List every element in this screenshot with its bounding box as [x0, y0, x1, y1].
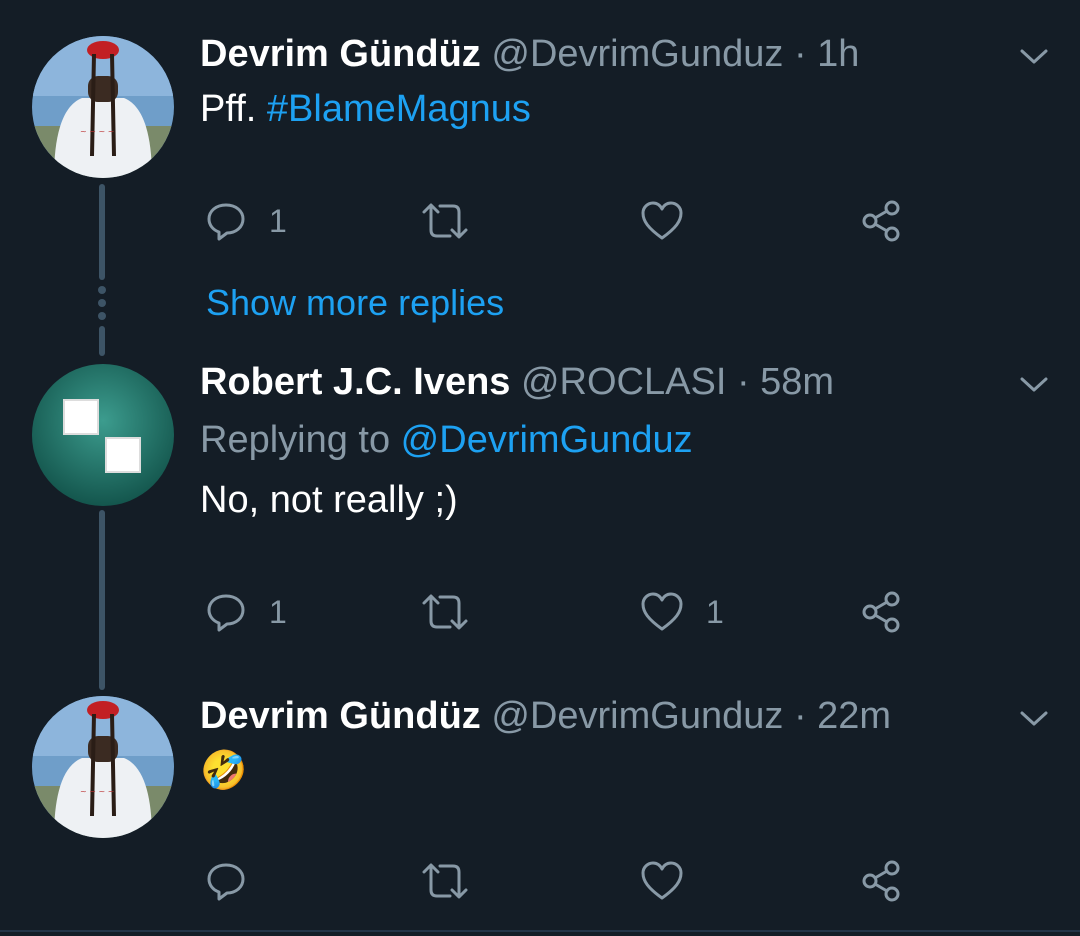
tweet-actions: 1 [0, 196, 1080, 246]
tweet-time[interactable]: · 22m [794, 695, 891, 737]
replying-label: Replying to [200, 419, 401, 461]
tweet-header: Robert J.C. Ivens @ROCLASI · 58m [200, 360, 834, 404]
like-icon [641, 861, 683, 900]
thread-dot [98, 286, 106, 294]
chevron-down-icon[interactable] [1016, 706, 1052, 730]
reply-icon [207, 863, 245, 901]
author-name[interactable]: Devrim Gündüz [200, 33, 481, 75]
like-button[interactable]: 1 [640, 587, 724, 637]
retweet-button[interactable] [420, 587, 470, 637]
chevron-down-icon[interactable] [1016, 372, 1052, 396]
thread-dot [98, 312, 106, 320]
chevron-down-icon[interactable] [1016, 44, 1052, 68]
reply-button[interactable]: 1 [205, 196, 287, 246]
author-handle[interactable]: @ROCLASI [521, 361, 726, 403]
tweet[interactable]: ~ ~ ~ ~ Devrim Gündüz @DevrimGunduz · 22… [0, 680, 1080, 930]
like-icon [641, 592, 683, 631]
tweet-text: Pff. #BlameMagnus [200, 87, 531, 131]
tweet-text-prefix: Pff. [200, 88, 267, 130]
emoji-rofl: 🤣 [200, 748, 248, 792]
retweet-button[interactable] [420, 196, 470, 246]
avatar[interactable] [32, 364, 174, 506]
tweet-header: Devrim Gündüz @DevrimGunduz · 22m [200, 694, 891, 738]
author-name[interactable]: Devrim Gündüz [200, 695, 481, 737]
svg-text:~ ~ ~ ~: ~ ~ ~ ~ [80, 127, 114, 136]
like-button[interactable] [640, 196, 706, 246]
author-name[interactable]: Robert J.C. Ivens [200, 361, 510, 403]
share-icon [862, 860, 900, 902]
share-button[interactable] [860, 196, 902, 246]
hashtag-link[interactable]: #BlameMagnus [267, 88, 531, 130]
retweet-icon [422, 863, 468, 899]
tweet-time[interactable]: · 58m [737, 361, 834, 403]
share-button[interactable] [860, 856, 902, 906]
share-icon [862, 591, 900, 633]
tweet-actions [0, 856, 1080, 906]
tweet[interactable]: Robert J.C. Ivens @ROCLASI · 58m Replyin… [0, 340, 1080, 670]
retweet-icon [422, 594, 468, 630]
like-count: 1 [706, 593, 724, 630]
divider [0, 930, 1080, 932]
replying-to: Replying to @DevrimGunduz [200, 418, 693, 462]
tweet[interactable]: ~ ~ ~ ~ Devrim Gündüz @DevrimGunduz · 1h… [0, 0, 1080, 280]
tweet-header: Devrim Gündüz @DevrimGunduz · 1h [200, 32, 859, 76]
reply-button[interactable]: 1 [205, 587, 287, 637]
avatar[interactable]: ~ ~ ~ ~ [32, 696, 174, 838]
share-button[interactable] [860, 587, 902, 637]
share-icon [862, 200, 900, 242]
reply-count: 1 [269, 593, 287, 630]
tweet-actions: 1 1 [0, 587, 1080, 637]
reply-button[interactable] [205, 856, 269, 906]
replying-handle-link[interactable]: @DevrimGunduz [401, 419, 693, 461]
avatar[interactable]: ~ ~ ~ ~ [32, 36, 174, 178]
show-more-replies-link[interactable]: Show more replies [206, 281, 504, 325]
retweet-button[interactable] [420, 856, 470, 906]
author-handle[interactable]: @DevrimGunduz [491, 33, 783, 75]
thread-dot [98, 299, 106, 307]
author-handle[interactable]: @DevrimGunduz [491, 695, 783, 737]
tweet-text: 🤣 [200, 748, 247, 793]
reply-icon [207, 594, 245, 632]
reply-icon [207, 203, 245, 241]
like-button[interactable] [640, 856, 706, 906]
reply-count: 1 [269, 202, 287, 239]
retweet-icon [422, 203, 468, 239]
tweet-text: No, not really ;) [200, 479, 458, 521]
svg-text:~ ~ ~ ~: ~ ~ ~ ~ [80, 787, 114, 796]
like-icon [641, 201, 683, 240]
tweet-time[interactable]: · 1h [794, 33, 859, 75]
